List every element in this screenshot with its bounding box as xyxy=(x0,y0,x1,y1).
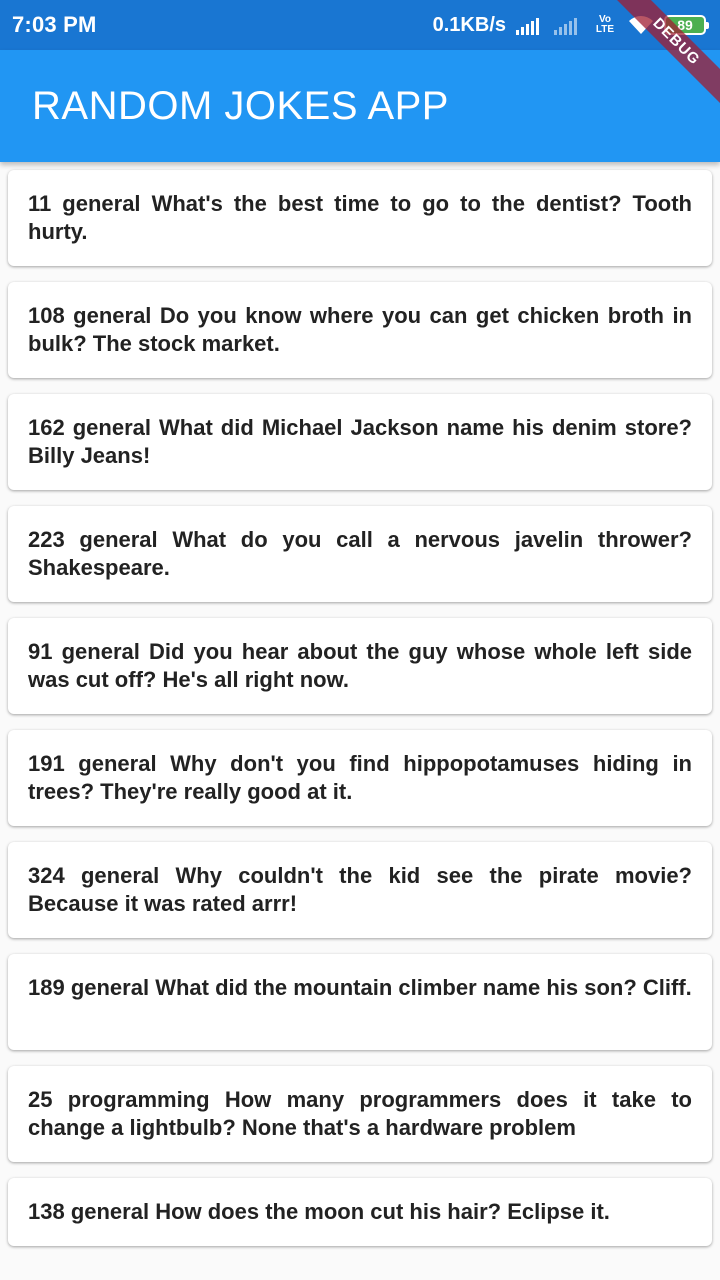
joke-text: 25 programming How many programmers does… xyxy=(28,1087,692,1140)
battery-level: 89 xyxy=(677,17,693,33)
joke-card[interactable]: 25 programming How many programmers does… xyxy=(8,1066,712,1162)
status-icons: 0.1KB/s Vo LTE 89 xyxy=(432,0,709,50)
signal-icon xyxy=(554,15,582,35)
joke-card[interactable]: 162 general What did Michael Jackson nam… xyxy=(8,394,712,490)
status-bar: 7:03 PM 0.1KB/s Vo LTE 89 xyxy=(0,0,720,50)
signal-icon xyxy=(516,15,544,35)
status-time: 7:03 PM xyxy=(12,12,97,37)
joke-text: 108 general Do you know where you can ge… xyxy=(28,303,692,356)
joke-card[interactable]: 223 general What do you call a nervous j… xyxy=(8,506,712,602)
joke-text: 138 general How does the moon cut his ha… xyxy=(28,1199,610,1224)
volte-bottom-label: LTE xyxy=(595,24,615,35)
joke-card[interactable]: 324 general Why couldn't the kid see the… xyxy=(8,842,712,938)
joke-card[interactable]: 91 general Did you hear about the guy wh… xyxy=(8,618,712,714)
joke-card[interactable]: 11 general What's the best time to go to… xyxy=(8,170,712,266)
joke-card[interactable]: 138 general How does the moon cut his ha… xyxy=(8,1178,712,1246)
volte-icon: Vo LTE xyxy=(592,15,618,35)
page-title: RANDOM JOKES APP xyxy=(32,83,449,128)
joke-text: 189 general What did the mountain climbe… xyxy=(28,975,692,1000)
joke-card[interactable]: 108 general Do you know where you can ge… xyxy=(8,282,712,378)
joke-text: 223 general What do you call a nervous j… xyxy=(28,527,692,580)
app-bar: RANDOM JOKES APP xyxy=(0,50,720,162)
joke-text: 191 general Why don't you find hippopota… xyxy=(28,751,692,804)
joke-card[interactable]: 191 general Why don't you find hippopota… xyxy=(8,730,712,826)
joke-card[interactable]: 189 general What did the mountain climbe… xyxy=(8,954,712,1050)
battery-icon: 89 xyxy=(664,15,709,35)
joke-list[interactable]: 11 general What's the best time to go to… xyxy=(8,170,712,1262)
joke-text: 11 general What's the best time to go to… xyxy=(28,191,692,244)
joke-text: 91 general Did you hear about the guy wh… xyxy=(28,639,692,692)
joke-text: 162 general What did Michael Jackson nam… xyxy=(28,415,717,468)
network-speed: 0.1KB/s xyxy=(432,13,506,36)
joke-text: 324 general Why couldn't the kid see the… xyxy=(28,863,692,916)
wifi-icon xyxy=(628,15,654,35)
